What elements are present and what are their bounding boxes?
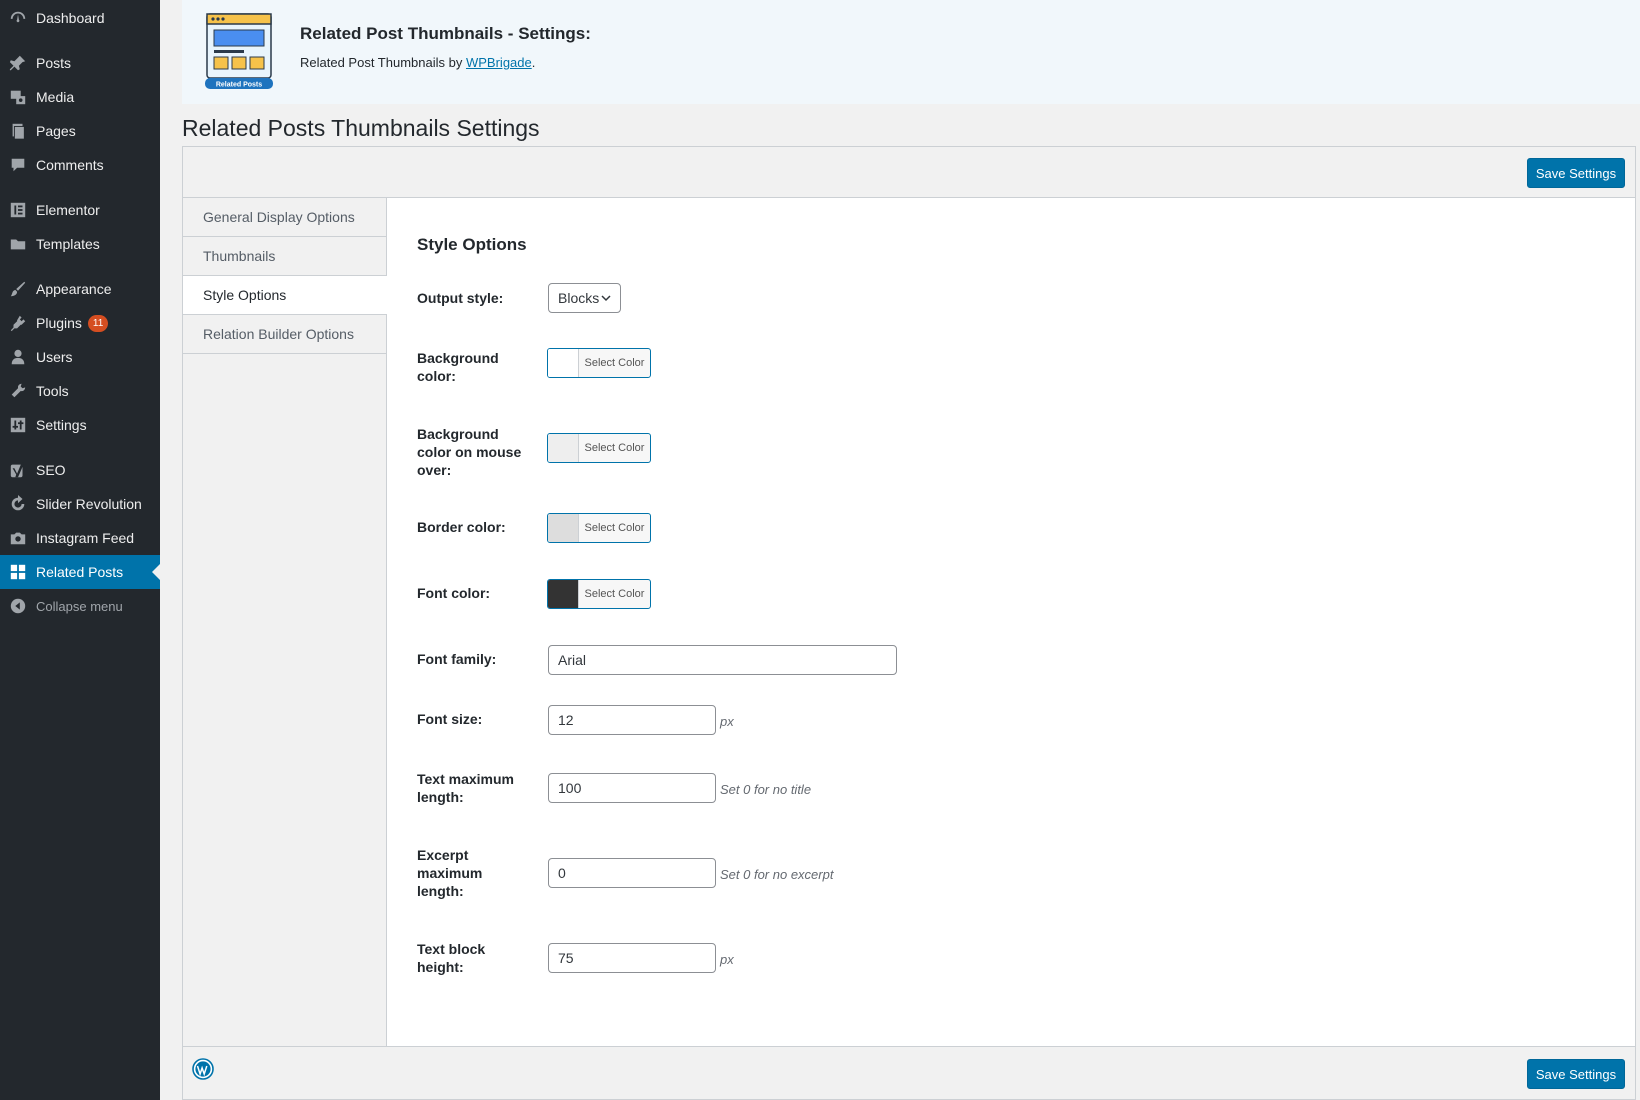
text-block-height-unit: px [720, 952, 734, 967]
menu-item-related-posts[interactable]: Related Posts [0, 555, 160, 589]
menu-item-appearance[interactable]: Appearance [0, 272, 160, 306]
background-color-swatch [548, 349, 579, 377]
collapse-menu-button[interactable]: Collapse menu [0, 589, 160, 623]
text-max-length-input[interactable]: 100 [548, 773, 716, 803]
font-size-input[interactable]: 12 [548, 705, 716, 735]
user-icon [0, 348, 36, 366]
plugin-title: Related Post Thumbnails - Settings: [300, 24, 591, 43]
settings-tabs: General Display Options Thumbnails Style… [183, 198, 387, 1046]
border-color-picker[interactable]: Select Color [547, 513, 651, 543]
camera-icon [0, 529, 36, 547]
menu-item-dashboard[interactable]: Dashboard [0, 1, 160, 35]
output-style-label: Output style: [417, 290, 504, 306]
excerpt-max-length-label: Excerpt maximum length: [417, 847, 483, 899]
admin-sidebar: Dashboard Posts Media Pages Comments Ele… [0, 0, 160, 1100]
menu-item-pages[interactable]: Pages [0, 114, 160, 148]
menu-item-tools[interactable]: Tools [0, 374, 160, 408]
excerpt-max-length-hint: Set 0 for no excerpt [720, 867, 834, 882]
text-max-length-label: Text maximum length: [417, 771, 514, 805]
panel-footer: Save Settings [183, 1046, 1635, 1099]
text-block-height-label: Text block height: [417, 941, 486, 975]
menu-item-users[interactable]: Users [0, 340, 160, 374]
save-settings-button-bottom[interactable]: Save Settings [1527, 1059, 1625, 1089]
background-hover-color-label: Background color on mouse over: [417, 426, 522, 478]
font-size-unit: px [720, 714, 734, 729]
font-size-label: Font size: [417, 711, 483, 727]
grid-icon [0, 563, 36, 581]
menu-item-media[interactable]: Media [0, 80, 160, 114]
excerpt-max-length-input[interactable]: 0 [548, 858, 716, 888]
background-color-label: Background color: [417, 350, 499, 384]
save-settings-button-top[interactable]: Save Settings [1527, 158, 1625, 188]
folder-icon [0, 235, 36, 253]
wpbrigade-link[interactable]: WPBrigade [466, 55, 532, 70]
tab-general-display-options[interactable]: General Display Options [183, 198, 386, 237]
elementor-icon [0, 201, 36, 219]
collapse-arrow-icon [0, 597, 36, 615]
menu-item-templates[interactable]: Templates [0, 227, 160, 261]
media-icon [0, 88, 36, 106]
wrench-icon [0, 382, 36, 400]
paintbrush-icon [0, 280, 36, 298]
plugin-header-banner: Related Posts Related Post Thumbnails - … [182, 0, 1640, 104]
section-title: Style Options [417, 235, 527, 254]
plugin-icon [0, 314, 36, 332]
pages-icon [0, 122, 36, 140]
menu-item-slider-revolution[interactable]: Slider Revolution [0, 487, 160, 521]
menu-item-settings[interactable]: Settings [0, 408, 160, 442]
dashboard-icon [0, 9, 36, 27]
font-color-label: Font color: [417, 585, 491, 601]
tab-relation-builder-options[interactable]: Relation Builder Options [183, 315, 386, 354]
output-style-select[interactable]: Blocks [548, 283, 621, 313]
chevron-down-icon [600, 291, 612, 303]
tab-style-options[interactable]: Style Options [183, 276, 387, 315]
yoast-icon [0, 461, 36, 479]
border-color-swatch [548, 514, 579, 542]
plugin-update-badge: 11 [87, 314, 109, 332]
border-color-label: Border color: [417, 519, 506, 535]
font-color-swatch [548, 580, 579, 608]
svg-text:Related Posts: Related Posts [216, 82, 262, 89]
font-color-picker[interactable]: Select Color [547, 579, 651, 609]
sliders-icon [0, 416, 36, 434]
text-block-height-input[interactable]: 75 [548, 943, 716, 973]
tab-thumbnails[interactable]: Thumbnails [183, 237, 386, 276]
menu-item-elementor[interactable]: Elementor [0, 193, 160, 227]
plugin-byline: Related Post Thumbnails by WPBrigade. [300, 55, 536, 70]
settings-panel: Save Settings General Display Options Th… [182, 146, 1636, 1100]
font-family-input[interactable]: Arial [548, 645, 897, 675]
refresh-icon [0, 495, 36, 513]
background-hover-color-swatch [548, 434, 579, 462]
background-hover-color-picker[interactable]: Select Color [547, 433, 651, 463]
menu-item-comments[interactable]: Comments [0, 148, 160, 182]
related-posts-logo-icon: Related Posts [204, 12, 274, 90]
wordpress-logo-icon[interactable] [192, 1058, 214, 1080]
pin-icon [0, 54, 36, 72]
page-title: Related Posts Thumbnails Settings [182, 115, 540, 141]
background-color-picker[interactable]: Select Color [547, 348, 651, 378]
font-family-label: Font family: [417, 651, 497, 667]
menu-item-plugins[interactable]: Plugins 11 [0, 306, 160, 340]
text-max-length-hint: Set 0 for no title [720, 782, 812, 797]
comment-icon [0, 156, 36, 174]
menu-item-seo[interactable]: SEO [0, 453, 160, 487]
panel-top-bar: Save Settings [183, 147, 1635, 198]
menu-item-posts[interactable]: Posts [0, 46, 160, 80]
menu-item-instagram-feed[interactable]: Instagram Feed [0, 521, 160, 555]
